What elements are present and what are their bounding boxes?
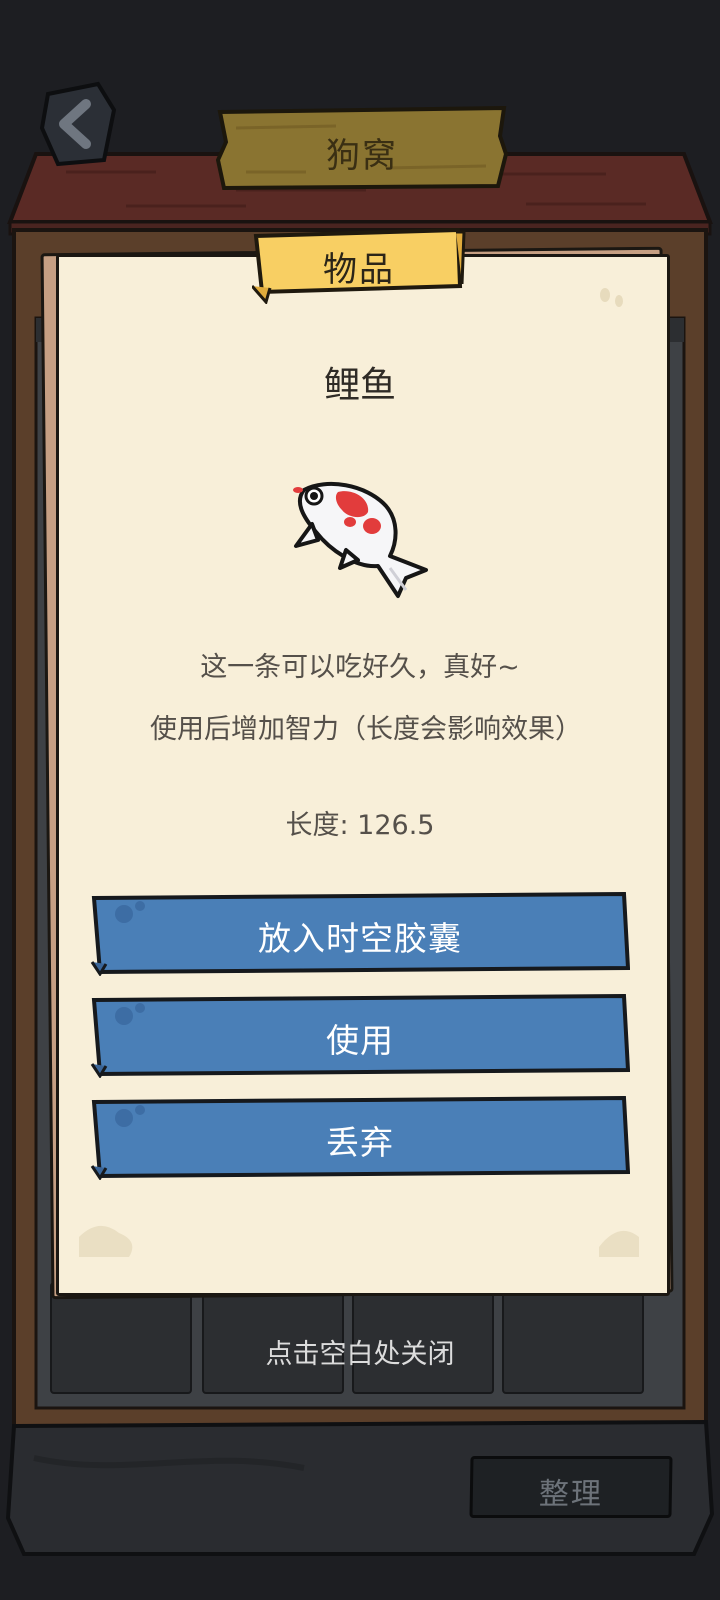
button-label: 放入时空胶囊	[258, 919, 462, 958]
discard-button[interactable]: 丢弃	[90, 1096, 630, 1180]
button-label: 丢弃	[326, 1123, 394, 1162]
location-title-sign: 狗窝	[216, 106, 508, 190]
game-screen: 狗窝 整理 点击空白处关闭 物品 鲤鱼 这一条可以吃好久，真好~ 使用后增加智力…	[0, 0, 720, 1600]
item-name: 鲤鱼	[323, 365, 396, 406]
popup-header-ribbon: 物品	[252, 228, 466, 304]
sort-button[interactable]: 整理	[469, 1456, 673, 1518]
page-title: 狗窝	[326, 136, 398, 176]
sort-button-label: 整理	[538, 1477, 604, 1512]
back-button[interactable]	[38, 80, 116, 168]
item-effect: 使用后增加智力（长度会影响效果）	[150, 714, 582, 745]
button-label: 使用	[326, 1021, 394, 1060]
popup-tab-label: 物品	[323, 250, 395, 290]
close-hint-text: 点击空白处关闭	[265, 1339, 455, 1370]
item-length-stat: 长度: 126.5	[285, 810, 435, 841]
koi-fish-icon	[293, 482, 428, 598]
put-in-time-capsule-button[interactable]: 放入时空胶囊	[90, 892, 630, 976]
use-button[interactable]: 使用	[90, 994, 630, 1078]
item-description: 这一条可以吃好久，真好~	[200, 652, 520, 683]
